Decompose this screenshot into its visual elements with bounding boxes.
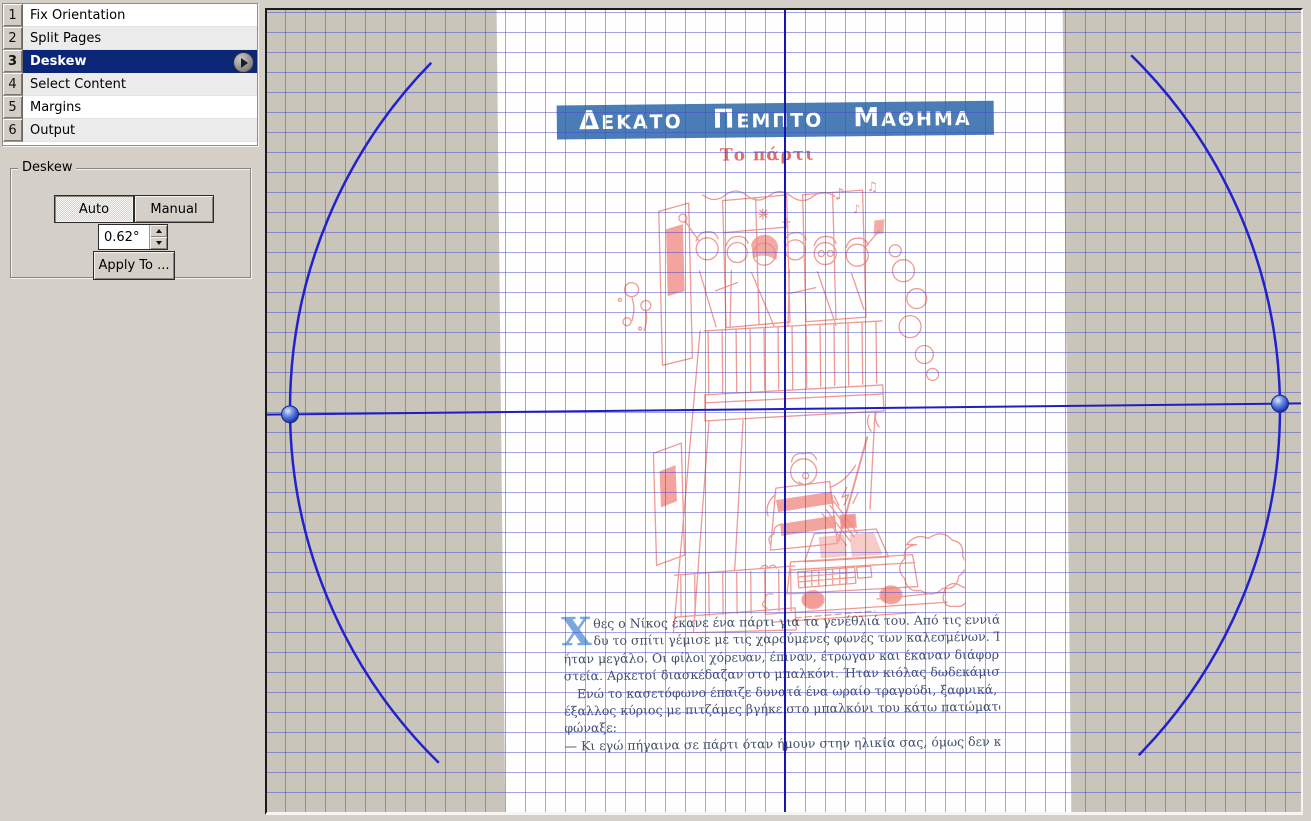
spin-up-button[interactable]	[150, 225, 167, 237]
arrow-down-icon	[155, 241, 162, 245]
stage-label: Output	[23, 119, 257, 142]
stage-label: Deskew	[30, 54, 87, 69]
main-area: ΔΕΚΑΤΟ ΠΕΜΠΤΟ ΜΑΘΗΜΑ Το πάρτι ♪ ♪ ♫ Χ θε…	[262, 0, 1311, 821]
stage-label: Split Pages	[23, 27, 257, 50]
stage-list: 1 Fix Orientation 2 Split Pages 3 Deskew…	[2, 3, 258, 146]
spin-buttons	[149, 225, 167, 249]
stage-number: 2	[3, 27, 23, 50]
play-icon	[241, 57, 248, 68]
deskew-rotation-overlay	[267, 54, 1301, 764]
stage-number: 5	[3, 96, 23, 119]
spin-down-button[interactable]	[150, 237, 167, 249]
left-rotation-handle[interactable]	[281, 405, 300, 424]
stage-item-deskew[interactable]: 3 Deskew	[3, 50, 257, 73]
stage-item-fix-orientation[interactable]: 1 Fix Orientation	[3, 4, 257, 27]
angle-spinbox	[98, 224, 168, 250]
right-rotation-handle[interactable]	[1270, 394, 1289, 413]
stage-number: 1	[3, 4, 23, 27]
run-batch-button[interactable]	[233, 52, 254, 73]
auto-mode-button[interactable]: Auto	[54, 195, 134, 223]
stage-label: Margins	[23, 96, 257, 119]
stage-item-select-content[interactable]: 4 Select Content	[3, 73, 257, 96]
stage-item-split-pages[interactable]: 2 Split Pages	[3, 27, 257, 50]
stage-label: Select Content	[23, 73, 257, 96]
deskew-view-canvas[interactable]: ΔΕΚΑΤΟ ΠΕΜΠΤΟ ΜΑΘΗΜΑ Το πάρτι ♪ ♪ ♫ Χ θε…	[265, 8, 1303, 815]
stage-number: 4	[3, 73, 23, 96]
stage-item-margins[interactable]: 5 Margins	[3, 96, 257, 119]
stage-item-output[interactable]: 6 Output	[3, 119, 257, 142]
angle-input[interactable]	[99, 225, 149, 249]
deskew-group-label: Deskew	[18, 160, 77, 175]
apply-to-button[interactable]: Apply To ...	[93, 251, 175, 280]
stage-number: 3	[3, 50, 23, 73]
stage-label: Fix Orientation	[23, 4, 257, 27]
arrow-up-icon	[155, 229, 162, 233]
stage-number: 6	[3, 119, 23, 142]
deskew-reference-line	[267, 402, 1301, 416]
stages-panel: 1 Fix Orientation 2 Split Pages 3 Deskew…	[0, 0, 262, 821]
manual-mode-button[interactable]: Manual	[134, 195, 214, 223]
deskew-options-group: Auto Manual Apply To ...	[10, 168, 251, 280]
